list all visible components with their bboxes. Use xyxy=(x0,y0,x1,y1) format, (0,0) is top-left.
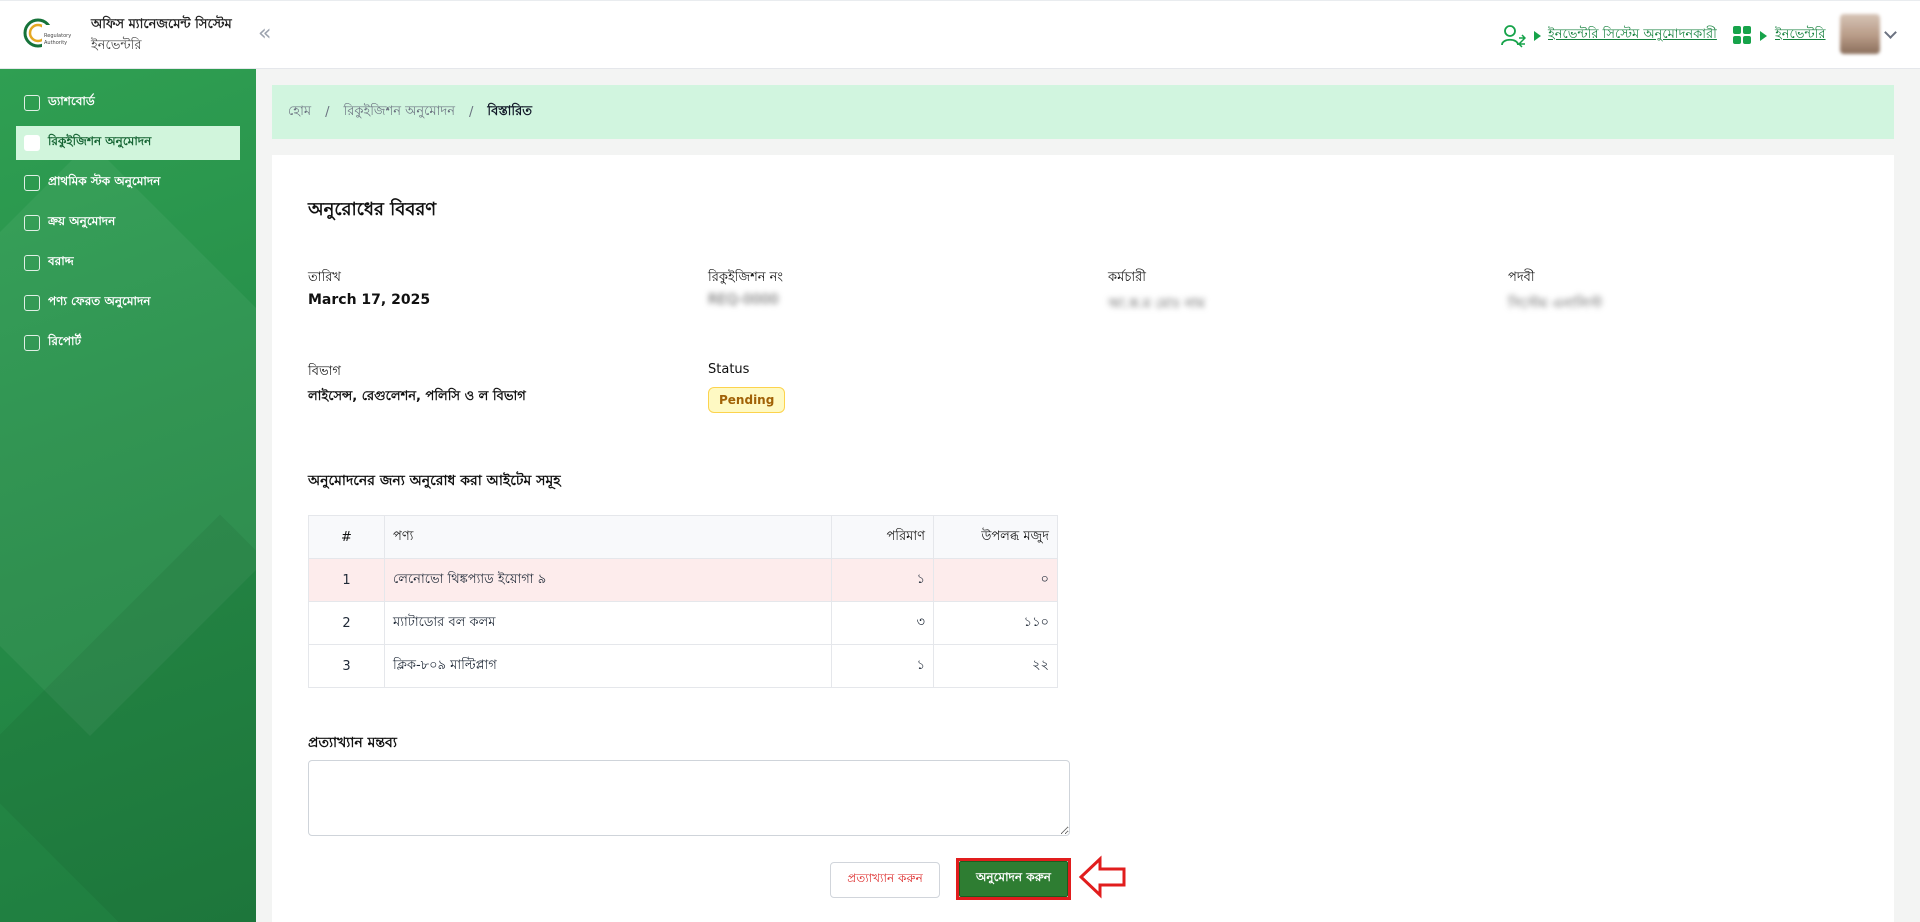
rejection-remark-input[interactable] xyxy=(308,760,1070,836)
avatar[interactable] xyxy=(1840,14,1880,54)
row-product: লেনোভো থিঙ্কপ্যাড ইয়োগা ৯ xyxy=(384,558,832,602)
employee-value: আ.ক.ম মোঃ নাম xyxy=(1108,296,1205,312)
role-link[interactable]: ইনভেন্টরি সিস্টেম অনুমোদনকারী xyxy=(1548,25,1717,46)
sidebar-item-report[interactable]: রিপোর্ট xyxy=(16,326,240,360)
caret-right-icon xyxy=(1760,31,1767,41)
row-available-stock: ২২ xyxy=(933,644,1058,688)
collapse-sidebar-button[interactable]: « xyxy=(258,21,271,47)
caret-right-icon xyxy=(1534,31,1541,41)
employee-label: কর্মচারী xyxy=(1108,270,1146,285)
breadcrumb-current: বিস্তারিত xyxy=(487,103,533,119)
annotation-arrow-icon xyxy=(1078,855,1126,899)
designation-value: সিস্টেম এনালিস্ট xyxy=(1508,296,1603,312)
breadcrumb-requisition-approval[interactable]: রিকুইজিশন অনুমোদন xyxy=(343,102,454,123)
reject-button[interactable]: প্রত্যাখ্যান করুন xyxy=(830,862,940,898)
app-subtitle: ইনভেন্টরি xyxy=(91,38,142,53)
report-icon xyxy=(24,335,40,351)
allocation-icon xyxy=(24,255,40,271)
top-header: Regulatory Authority অফিস ম্যানেজমেন্ট স… xyxy=(0,0,1920,69)
status-label: Status xyxy=(708,362,750,377)
sidebar-item-label: বরাদ্দ xyxy=(48,254,74,268)
sidebar-item-label: ড্যাশবোর্ড xyxy=(48,94,95,108)
sidebar-item-dashboard[interactable]: ড্যাশবোর্ড xyxy=(16,86,240,120)
requisition-icon xyxy=(24,135,40,151)
column-header-product: পণ্য xyxy=(384,515,832,559)
column-header-number: # xyxy=(308,515,385,559)
column-header-available-stock: উপলব্ধ মজুদ xyxy=(933,515,1058,559)
user-switch-icon[interactable] xyxy=(1500,23,1526,49)
department-value: লাইসেন্স, রেগুলেশন, পলিসি ও ল বিভাগ xyxy=(308,389,526,404)
purchase-icon xyxy=(24,215,40,231)
row-number: 3 xyxy=(308,644,385,688)
row-quantity: ১ xyxy=(831,558,934,602)
sidebar-item-label: রিপোর্ট xyxy=(48,334,82,348)
sidebar-item-product-return-approval[interactable]: পণ্য ফেরত অনুমোদন xyxy=(16,286,240,320)
page-title: অনুরোধের বিবরণ xyxy=(308,199,437,220)
table-row: 2 ম্যাটাডোর বল কলম ৩ ১১০ xyxy=(308,601,1058,645)
breadcrumb-separator: / xyxy=(468,104,474,120)
return-icon xyxy=(24,295,40,311)
designation-label: পদবী xyxy=(1508,270,1535,285)
svg-text:Authority: Authority xyxy=(44,40,67,46)
row-quantity: ১ xyxy=(831,644,934,688)
breadcrumb-separator: / xyxy=(325,104,330,120)
items-section-title: অনুমোদনের জন্য অনুরোধ করা আইটেম সমূহ xyxy=(308,473,561,489)
column-header-quantity: পরিমাণ xyxy=(831,515,934,559)
breadcrumb-home[interactable]: হোম xyxy=(288,102,311,123)
row-product: ম্যাটাডোর বল কলম xyxy=(384,601,832,645)
table-row: 1 লেনোভো থিঙ্কপ্যাড ইয়োগা ৯ ১ ০ xyxy=(308,558,1058,602)
row-available-stock: ১১০ xyxy=(933,601,1058,645)
sidebar-item-initial-stock-approval[interactable]: প্রাথমিক স্টক অনুমোদন xyxy=(16,166,240,200)
requisition-no-value: REQ-0000 xyxy=(708,292,779,308)
dashboard-icon xyxy=(24,95,40,111)
row-number: 2 xyxy=(308,601,385,645)
table-header-row: # পণ্য পরিমাণ উপলব্ধ মজুদ xyxy=(308,515,1058,559)
sidebar-item-requisition-approval[interactable]: রিকুইজিশন অনুমোদন xyxy=(16,126,240,160)
logo-icon: Regulatory Authority xyxy=(23,18,72,48)
row-available-stock: ০ xyxy=(933,558,1058,602)
items-table: # পণ্য পরিমাণ উপলব্ধ মজুদ 1 লেনোভো থিঙ্ক… xyxy=(308,515,1058,688)
department-label: বিভাগ xyxy=(308,364,341,379)
stock-icon xyxy=(24,175,40,191)
table-row: 3 ক্লিক-৮০৯ মাল্টিপ্লাগ ১ ২২ xyxy=(308,644,1058,688)
svg-text:Regulatory: Regulatory xyxy=(44,33,71,39)
details-card: অনুরোধের বিবরণ তারিখ March 17, 2025 রিকু… xyxy=(272,155,1894,922)
date-value: March 17, 2025 xyxy=(308,292,431,308)
apps-grid-icon[interactable] xyxy=(1733,26,1751,44)
sidebar-item-purchase-approval[interactable]: ক্রয় অনুমোদন xyxy=(16,206,240,240)
status-badge: Pending xyxy=(708,387,786,413)
app-title: অফিস ম্যানেজমেন্ট সিস্টেম xyxy=(91,17,232,32)
sidebar-item-allocation[interactable]: বরাদ্দ xyxy=(16,246,240,280)
approve-button[interactable]: অনুমোদন করুন xyxy=(959,861,1068,897)
sidebar-item-label: প্রাথমিক স্টক অনুমোদন xyxy=(48,174,161,188)
sidebar-item-label: রিকুইজিশন অনুমোদন xyxy=(48,134,152,148)
module-link[interactable]: ইনভেন্টরি xyxy=(1775,25,1826,46)
sidebar-item-label: পণ্য ফেরত অনুমোদন xyxy=(48,294,151,308)
row-product: ক্লিক-৮০৯ মাল্টিপ্লাগ xyxy=(384,644,832,688)
chevron-down-icon[interactable] xyxy=(1884,26,1897,39)
rejection-remark-label: প্রত্যাখ্যান মন্তব্য xyxy=(308,735,397,751)
breadcrumb: হোম / রিকুইজিশন অনুমোদন / বিস্তারিত xyxy=(272,85,1894,139)
row-number: 1 xyxy=(308,558,385,602)
sidebar-item-label: ক্রয় অনুমোদন xyxy=(48,214,116,228)
date-label: তারিখ xyxy=(308,270,341,285)
row-quantity: ৩ xyxy=(831,601,934,645)
requisition-no-label: রিকুইজিশন নং xyxy=(708,270,784,285)
sidebar: ড্যাশবোর্ড রিকুইজিশন অনুমোদন প্রাথমিক স্… xyxy=(0,69,256,922)
